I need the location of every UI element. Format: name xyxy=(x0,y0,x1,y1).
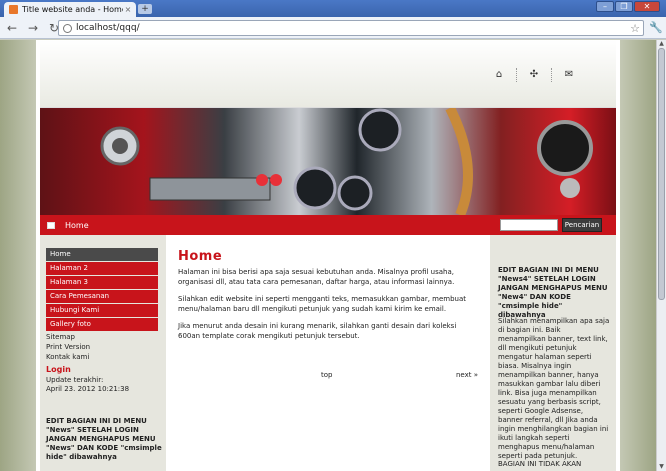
forward-button[interactable]: → xyxy=(24,19,42,37)
left-sidebar: Home Halaman 2 Halaman 3 Cara Pemesanan … xyxy=(40,235,166,471)
right-news-footer: BAGIAN INI TIDAK AKAN xyxy=(498,460,582,468)
right-news-title: EDIT BAGIAN INI DI MENU "News4" SETELAH … xyxy=(498,266,608,319)
sitemap-icon[interactable]: ✣ xyxy=(527,68,552,82)
tab-close-button[interactable]: × xyxy=(123,5,133,14)
url-text: localhost/qqq/ xyxy=(76,23,140,33)
updated-value: April 23. 2012 10:21:38 xyxy=(46,385,130,393)
vertical-scrollbar[interactable]: ▲ ▼ xyxy=(656,40,666,471)
browser-tab[interactable]: Title website anda - Home × xyxy=(4,2,136,17)
login-link[interactable]: Login xyxy=(46,365,71,374)
next-link[interactable]: next » xyxy=(456,371,478,379)
sitemap-link[interactable]: Sitemap xyxy=(46,332,160,342)
sidebar-item-cara-pemesanan[interactable]: Cara Pemesanan xyxy=(46,290,158,303)
site-header: ⌂ ✣ ✉ xyxy=(40,40,616,108)
scroll-thumb[interactable] xyxy=(658,48,665,300)
scroll-down-arrow-icon[interactable]: ▼ xyxy=(657,463,666,471)
favicon-icon xyxy=(9,5,18,14)
kontak-kami-link[interactable]: Kontak kami xyxy=(46,352,160,362)
header-banner-image xyxy=(40,108,616,215)
wrench-icon[interactable]: 🔧 xyxy=(648,20,664,36)
sidebar-item-halaman-3[interactable]: Halaman 3 xyxy=(46,276,158,289)
sidebar-item-halaman-2[interactable]: Halaman 2 xyxy=(46,262,158,275)
sidebar-menu: Home Halaman 2 Halaman 3 Cara Pemesanan … xyxy=(46,248,158,332)
paragraph-1: Halaman ini bisa berisi apa saja sesuai … xyxy=(178,268,455,286)
sidebar-item-gallery-foto[interactable]: Gallery foto xyxy=(46,318,158,331)
new-tab-button[interactable]: + xyxy=(138,4,152,14)
sidebar-item-home[interactable]: Home xyxy=(46,248,158,261)
main-navbar: Home Pencarian xyxy=(40,215,616,235)
page-viewport: ⌂ ✣ ✉ Home Pencarian Home Halaman 2 Hala… xyxy=(0,40,656,471)
search-button[interactable]: Pencarian xyxy=(562,218,602,232)
browser-toolbar: ← → ↻ localhost/qqq/ ☆ 🔧 xyxy=(0,17,666,39)
scroll-up-arrow-icon[interactable]: ▲ xyxy=(657,40,666,48)
window-close-button[interactable]: ✕ xyxy=(634,1,660,12)
sidebar-links: Sitemap Print Version Kontak kami xyxy=(46,332,160,362)
back-button[interactable]: ← xyxy=(3,19,21,37)
updated-label: Update terakhir: xyxy=(46,376,104,384)
page-container: ⌂ ✣ ✉ Home Pencarian Home Halaman 2 Hala… xyxy=(36,40,620,471)
restore-button[interactable]: ❐ xyxy=(615,1,633,12)
top-link[interactable]: top xyxy=(321,371,332,379)
last-updated: Update terakhir: April 23. 2012 10:21:38 xyxy=(46,376,160,394)
right-sidebar: EDIT BAGIAN INI DI MENU "News4" SETELAH … xyxy=(490,235,616,471)
nav-home-icon xyxy=(47,221,55,229)
page-icon xyxy=(63,23,72,33)
browser-titlebar: Title website anda - Home × + – ❐ ✕ xyxy=(0,0,666,17)
right-news-body: Silahkan menampilkan apa saja di bagian … xyxy=(498,317,610,460)
tab-title: Title website anda - Home xyxy=(22,5,123,14)
paragraph-2: Silahkan edit website ini seperti mengga… xyxy=(178,295,467,313)
bookmark-star-icon[interactable]: ☆ xyxy=(630,22,640,35)
main-content: Home Halaman ini bisa berisi apa saja se… xyxy=(166,235,490,471)
left-news-note: EDIT BAGIAN INI DI MENU "News" SETELAH L… xyxy=(46,417,162,461)
paragraph-3: Jika menurut anda desain ini kurang mena… xyxy=(178,322,457,340)
page-title: Home xyxy=(178,249,223,264)
address-bar[interactable]: localhost/qqq/ ☆ xyxy=(58,20,644,36)
minimize-button[interactable]: – xyxy=(596,1,614,12)
header-icons: ⌂ ✣ ✉ xyxy=(492,68,586,82)
print-version-link[interactable]: Print Version xyxy=(46,342,160,352)
sidebar-item-hubungi-kami[interactable]: Hubungi Kami xyxy=(46,304,158,317)
home-icon[interactable]: ⌂ xyxy=(492,68,517,82)
nav-home-link[interactable]: Home xyxy=(65,221,89,230)
search-input[interactable] xyxy=(500,219,558,231)
email-icon[interactable]: ✉ xyxy=(562,68,586,82)
